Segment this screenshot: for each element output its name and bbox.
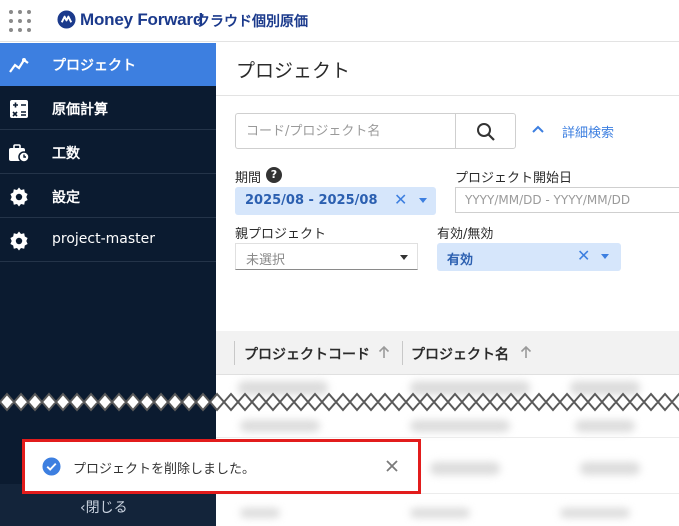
sidebar-item-project-master[interactable]: project-master [0,219,216,262]
chevron-down-icon [400,255,408,260]
redacted-cell [410,420,510,432]
product-name: クラウド個別原価 [196,14,308,30]
apps-grid-icon[interactable] [9,10,31,32]
valid-select[interactable]: 有効 ✕ [437,243,621,271]
redacted-cell [240,508,280,518]
sidebar-item-label: 工数 [52,146,80,162]
sort-arrow-up-icon[interactable] [377,344,391,360]
calculator-icon [10,100,28,118]
parent-project-value: 未選択 [246,253,286,268]
redacted-cell [240,420,320,432]
line-chart-icon [9,58,29,73]
parent-project-label: 親プロジェクト [235,227,327,242]
sidebar-close-button[interactable]: ‹閉じる [80,497,128,517]
redacted-cell [560,508,630,518]
money-forward-logo-icon [57,10,76,29]
row-divider [216,437,679,438]
valid-value: 有効 [447,253,474,268]
help-icon[interactable]: ? [266,167,282,183]
redacted-cell [430,462,500,475]
sidebar-item-settings[interactable]: 設定 [0,175,216,218]
chevron-down-icon [419,198,427,203]
gear-icon [10,231,28,251]
chevron-down-icon [601,254,609,259]
screenshot-break-zigzag [0,392,679,412]
sidebar-item-man-hours[interactable]: 工数 [0,131,216,174]
sidebar-item-label: project-master [52,231,156,247]
sort-arrow-up-icon[interactable] [519,344,533,360]
page-title: プロジェクト [236,60,351,82]
clear-icon[interactable]: ✕ [394,192,408,208]
column-divider [234,341,235,365]
sidebar-item-label: 原価計算 [52,102,108,118]
advanced-search-link[interactable]: 詳細検索 [562,122,614,141]
top-header: Money Forward クラウド個別原価 [0,0,679,42]
redacted-cell [580,462,640,475]
briefcase-clock-icon [9,144,30,163]
column-header-project-code[interactable]: プロジェクトコード [244,344,370,364]
clear-icon[interactable]: ✕ [577,248,591,264]
valid-label: 有効/無効 [437,227,494,242]
period-label: 期間 [235,171,262,186]
redacted-cell [410,508,470,518]
period-value: 2025/08 - 2025/08 [245,193,378,208]
parent-project-select[interactable]: 未選択 [235,243,418,270]
sidebar-item-cost-calc[interactable]: 原価計算 [0,87,216,130]
search-icon [477,123,495,141]
column-divider [402,341,403,365]
gear-icon [10,187,28,207]
column-header-project-name[interactable]: プロジェクト名 [411,344,509,364]
start-date-label: プロジェクト開始日 [455,171,573,186]
divider [216,95,679,96]
highlight-frame [22,439,421,494]
sidebar-item-project[interactable]: プロジェクト [0,43,216,86]
chevron-up-icon[interactable] [531,122,545,136]
sidebar-item-label: プロジェクト [52,58,136,74]
redacted-cell [575,420,635,432]
brand-name: Money Forward [80,10,204,29]
search-button[interactable] [455,113,516,149]
period-select[interactable]: 2025/08 - 2025/08 ✕ [235,187,436,215]
search-input[interactable] [235,113,456,149]
start-date-input[interactable] [455,187,679,213]
sidebar-item-label: 設定 [52,190,80,206]
